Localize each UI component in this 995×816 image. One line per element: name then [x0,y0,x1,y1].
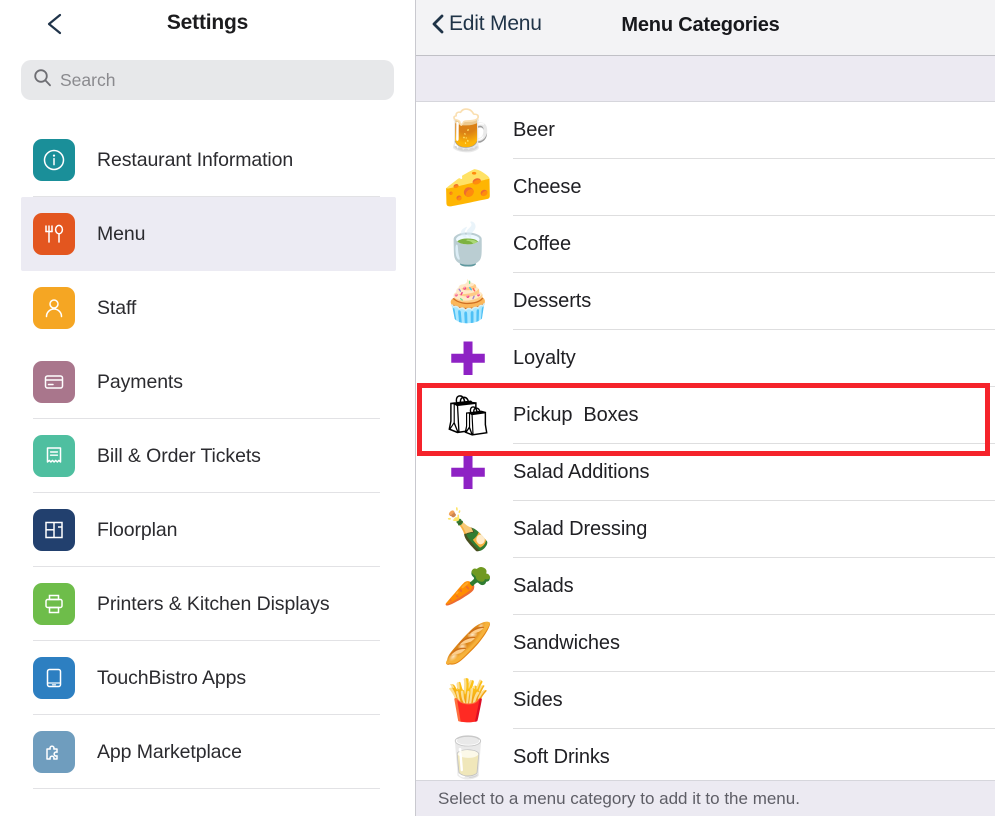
sidebar-item-label: Menu [97,222,146,245]
category-label: Salad Additions [513,461,650,483]
list-item[interactable]: 🧀 Cheese [416,159,995,216]
credit-card-icon [33,361,75,403]
panel-header: Edit Menu Menu Categories [416,0,995,56]
sidebar-item-label: Floorplan [97,518,178,541]
info-circle-icon [33,139,75,181]
panel-title: Menu Categories [621,14,780,36]
beer-mug-emoji: 🍺 [443,107,493,154]
cheese-wedge-emoji: 🧀 [443,164,493,211]
sidebar-item-staff[interactable]: Staff [0,271,396,345]
purple-cross-icon: ✚ [448,445,488,500]
panel-subbar [416,56,995,102]
fork-spoon-icon [33,213,75,255]
category-label: Beer [513,119,555,141]
list-item[interactable]: 🥛 Soft Drinks [416,729,995,786]
purple-cross-icon: ✚ [448,331,488,386]
category-label: Salad Dressing [513,518,648,540]
tablet-icon [33,657,75,699]
list-item[interactable]: ✚ Salad Additions [416,444,995,501]
category-list: 🍺 Beer 🧀 Cheese 🍵 Coffee 🧁 Desserts ✚ Lo… [416,102,995,786]
sidebar-item-label: TouchBistro Apps [97,666,247,689]
list-item[interactable]: 🛍 Pickup Boxes [416,387,995,444]
panel-footer: Select to a menu category to add it to t… [416,780,995,816]
baguette-emoji: 🥖 [443,620,493,667]
carrot-emoji: 🥕 [443,563,493,610]
sidebar-item-label: Staff [97,296,137,319]
list-item[interactable]: ✚ Loyalty [416,330,995,387]
sidebar-item-label: Restaurant Information [97,148,294,171]
sidebar-item-label: Payments [97,370,183,393]
puzzle-piece-icon [33,731,75,773]
sidebar-item-printers-kitchen-displays[interactable]: Printers & Kitchen Displays [0,567,396,641]
teacup-emoji: 🍵 [443,221,493,268]
sidebar-item-label: App Marketplace [97,740,242,763]
list-item[interactable]: 🍾 Salad Dressing [416,501,995,558]
list-item[interactable]: 🥕 Salads [416,558,995,615]
settings-sidebar: Settings Restau [0,0,415,816]
sidebar-item-list: Restaurant Information Menu Staff Paymen… [0,123,415,789]
list-item[interactable]: 🍺 Beer [416,102,995,159]
sidebar-item-touchbistro-apps[interactable]: TouchBistro Apps [0,641,396,715]
menu-categories-panel: Edit Menu Menu Categories 🍺 Beer 🧀 Chees… [415,0,995,816]
footer-hint-text: Select to a menu category to add it to t… [438,788,800,808]
shopping-bag-emoji: 🛍 [442,392,494,439]
sidebar-item-floorplan[interactable]: Floorplan [0,493,396,567]
category-label: Sides [513,689,563,711]
category-label: Pickup Boxes [513,404,639,426]
sidebar-item-menu[interactable]: Menu [21,197,396,271]
app-root: Settings Restau [0,0,995,816]
search-icon [33,68,52,92]
milk-bottle-emoji: 🥛 [443,734,493,781]
sidebar-item-label: Printers & Kitchen Displays [97,592,330,615]
printer-icon [33,583,75,625]
sidebar-header: Settings [0,0,415,52]
category-label: Sandwiches [513,632,620,654]
category-label: Cheese [513,176,582,198]
category-label: Soft Drinks [513,746,610,768]
sidebar-item-bill-order-tickets[interactable]: Bill & Order Tickets [0,419,396,493]
page-title: Settings [166,11,249,34]
sidebar-item-payments[interactable]: Payments [0,345,396,419]
list-item[interactable]: 🍟 Sides [416,672,995,729]
receipt-icon [33,435,75,477]
search-input[interactable] [60,69,382,91]
person-icon [33,287,75,329]
list-item[interactable]: 🍵 Coffee [416,216,995,273]
category-label: Loyalty [513,347,576,369]
category-label: Salads [513,575,574,597]
list-divider [33,788,380,789]
sidebar-item-restaurant-information[interactable]: Restaurant Information [0,123,396,197]
list-item[interactable]: 🧁 Desserts [416,273,995,330]
bottle-emoji: 🍾 [443,506,493,553]
category-label: Desserts [513,290,592,312]
list-item[interactable]: 🥖 Sandwiches [416,615,995,672]
sidebar-item-app-marketplace[interactable]: App Marketplace [0,715,396,789]
floorplan-icon [33,509,75,551]
cupcake-emoji: 🧁 [443,278,493,325]
sidebar-item-label: Bill & Order Tickets [97,444,261,467]
french-fries-emoji: 🍟 [443,677,493,724]
category-label: Coffee [513,233,571,255]
search-field[interactable] [21,60,394,100]
